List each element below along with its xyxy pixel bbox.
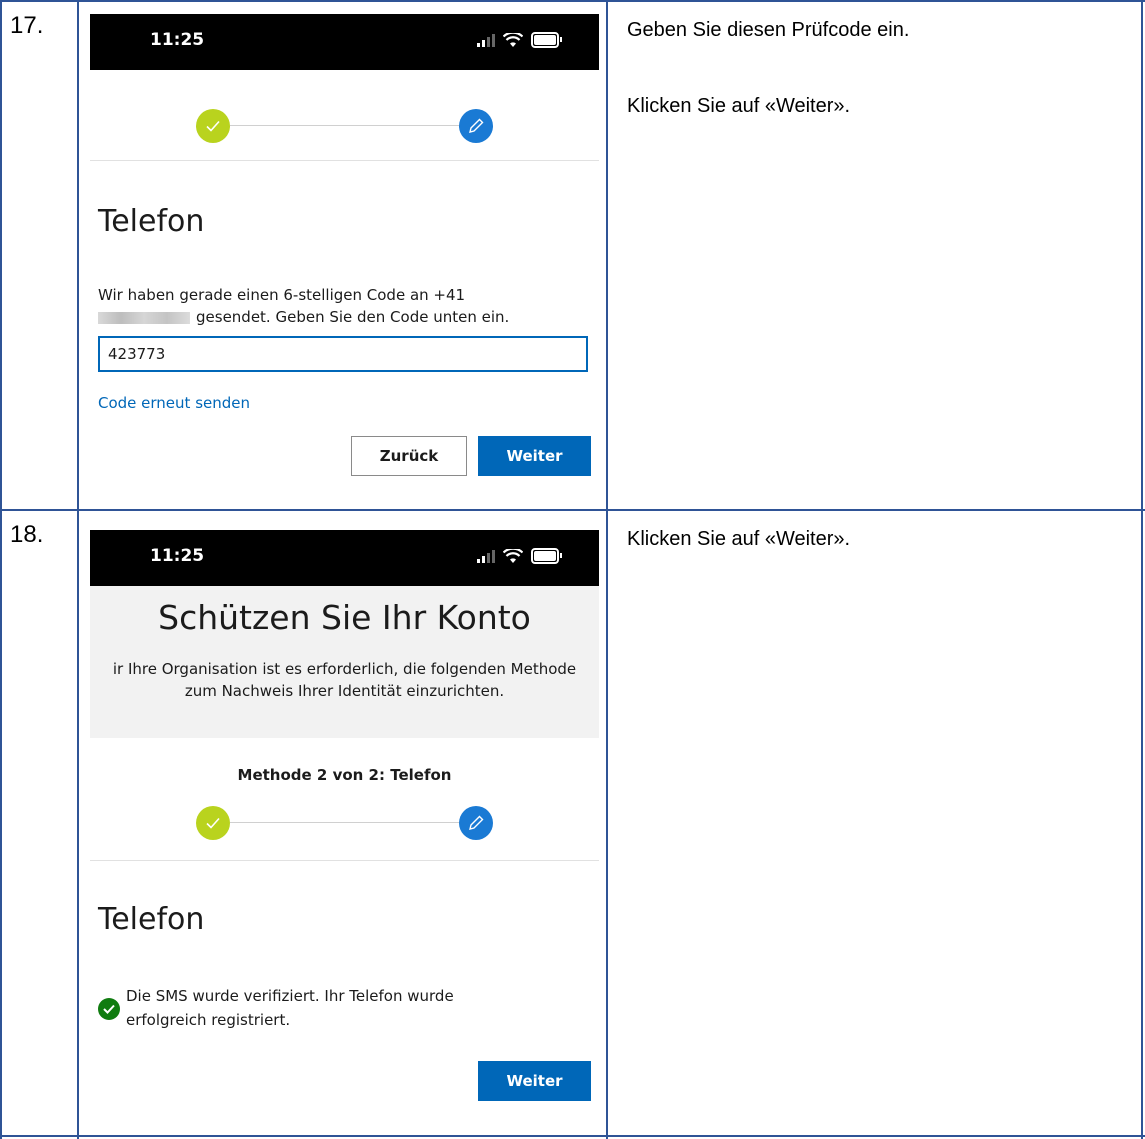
section-heading: Telefon <box>98 902 205 937</box>
signal-icon <box>477 33 495 47</box>
success-text-line: Die SMS wurde verifiziert. Ihr Telefon w… <box>126 987 454 1005</box>
status-time: 11:25 <box>150 30 205 50</box>
next-button[interactable]: Weiter <box>478 1061 591 1101</box>
section-heading: Telefon <box>98 204 205 239</box>
page-title: Schützen Sie Ihr Konto <box>158 598 531 637</box>
success-check-icon <box>98 998 120 1020</box>
progress-indicator <box>90 798 599 848</box>
page-header: Schützen Sie Ihr Konto ir Ihre Organisat… <box>90 586 599 738</box>
page-subtitle: ir Ihre Organisation ist es erforderlich… <box>90 658 599 702</box>
wifi-icon <box>503 548 523 563</box>
battery-icon <box>531 32 562 48</box>
wifi-icon <box>503 32 523 47</box>
code-message-line: gesendet. Geben Sie den Code unten ein. <box>196 308 510 326</box>
subtitle-line: zum Nachweis Ihrer Identität einzurichte… <box>184 682 505 700</box>
code-message: Wir haben gerade einen 6-stelligen Code … <box>98 284 598 328</box>
next-button[interactable]: Weiter <box>478 436 591 476</box>
signal-icon <box>477 549 495 563</box>
pencil-icon <box>459 109 493 143</box>
instruction-text: Klicken Sie auf «Weiter». <box>627 528 851 550</box>
method-label: Methode 2 von 2: Telefon <box>237 766 452 784</box>
resend-code-link[interactable]: Code erneut senden <box>98 394 250 412</box>
progress-indicator <box>90 101 599 151</box>
instruction-text: Geben Sie diesen Prüfcode ein. <box>627 19 910 41</box>
back-button[interactable]: Zurück <box>351 436 467 476</box>
step-number: 18. <box>10 521 44 548</box>
subtitle-line: ir Ihre Organisation ist es erforderlich… <box>112 660 577 678</box>
step-complete-icon <box>196 109 230 143</box>
table-row: 17. Geben Sie diesen Prüfcode ein. Klick… <box>0 0 1145 511</box>
redacted-phone-number <box>98 311 190 324</box>
battery-icon <box>531 548 562 564</box>
instruction-table: 17. Geben Sie diesen Prüfcode ein. Klick… <box>0 0 1145 1139</box>
status-bar: 11:25 <box>90 14 599 70</box>
instruction-text: Klicken Sie auf «Weiter». <box>627 95 851 117</box>
status-bar: 11:25 <box>90 530 599 586</box>
code-input[interactable] <box>98 336 588 372</box>
status-time: 11:25 <box>150 546 205 566</box>
step-complete-icon <box>196 806 230 840</box>
code-message-line: Wir haben gerade einen 6-stelligen Code … <box>98 286 466 304</box>
step-number: 17. <box>10 12 44 39</box>
phone-screenshot: 11:25 Telefon Wir haben gerade einen 6-s… <box>90 14 599 499</box>
phone-screenshot: 11:25 Schützen Sie Ihr Konto ir Ihre Org… <box>90 530 599 1135</box>
pencil-icon <box>459 806 493 840</box>
success-text-line: erfolgreich registriert. <box>126 1011 291 1029</box>
